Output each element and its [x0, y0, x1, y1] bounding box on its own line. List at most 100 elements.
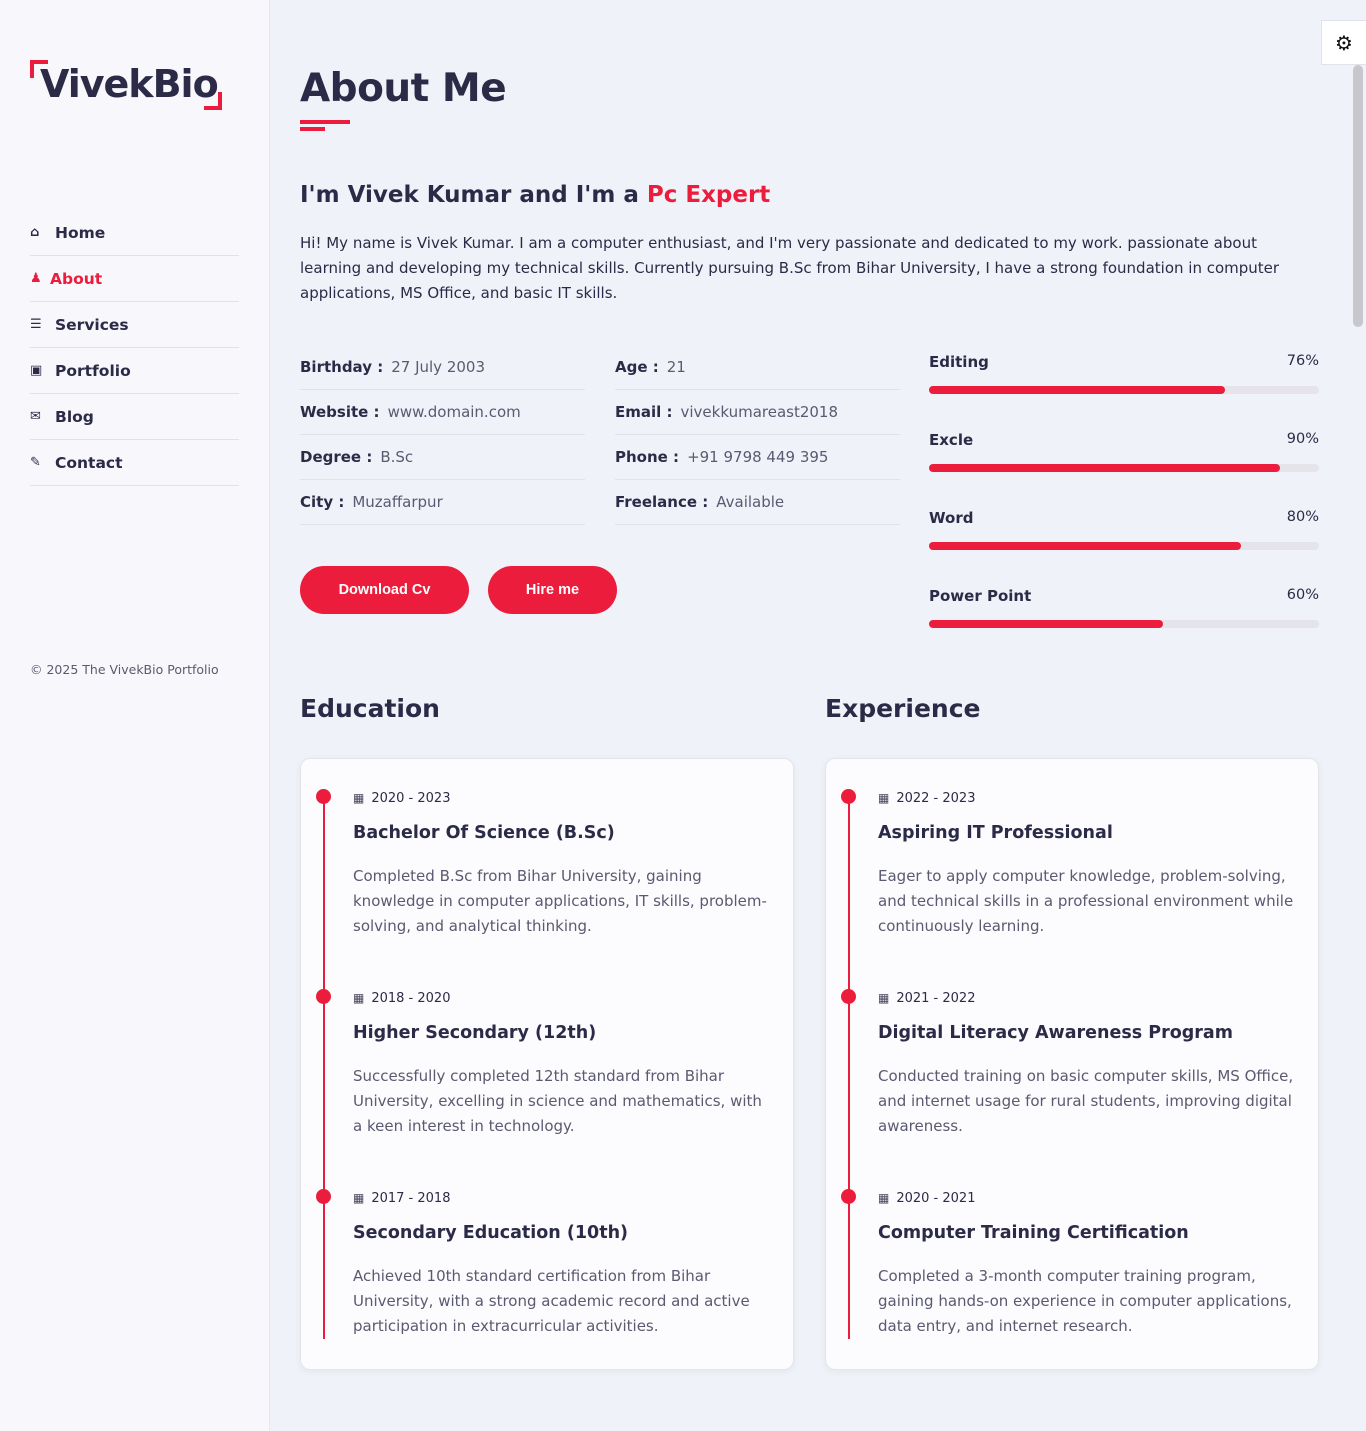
skill-power-point: Power Point 60% — [929, 587, 1319, 665]
experience-title: Experience — [825, 694, 981, 723]
timeline-title: Computer Training Certification — [878, 1223, 1189, 1243]
calendar-icon: ▦ — [878, 791, 890, 805]
timeline-date: ▦ 2020 - 2021 — [878, 1191, 976, 1206]
sidebar-item-label: Home — [55, 223, 106, 242]
user-icon: ♟ — [30, 271, 42, 286]
info-email: Email : vivekkumareast2018 — [615, 390, 900, 435]
info-key: Freelance : — [615, 493, 709, 511]
info-birthday: Birthday : 27 July 2003 — [300, 345, 585, 390]
page-title: About Me — [300, 66, 507, 111]
info-key: Birthday : — [300, 358, 384, 376]
timeline-desc: Eager to apply computer knowledge, probl… — [878, 867, 1294, 935]
info-key: City : — [300, 493, 345, 511]
skill-name: Excle — [929, 431, 974, 449]
calendar-icon: ▦ — [353, 991, 365, 1005]
sidebar-item-about[interactable]: ♟ About — [30, 256, 239, 302]
timeline-title: Bachelor Of Science (B.Sc) — [353, 823, 615, 843]
sidebar: VivekBio ⌂ Home ♟ About ☰ Services ▣ Por… — [0, 0, 270, 1431]
skill-name: Power Point — [929, 587, 1032, 605]
sidebar-item-portfolio[interactable]: ▣ Portfolio — [30, 348, 239, 394]
skill-percent: 60% — [1286, 587, 1319, 603]
sidebar-item-label: Blog — [55, 407, 94, 426]
info-list-right: Age : 21 Email : vivekkumareast2018 Phon… — [615, 345, 900, 525]
sidebar-item-label: Portfolio — [55, 361, 131, 380]
skill-bar-track — [929, 464, 1319, 472]
download-cv-button[interactable]: Download Cv — [300, 566, 469, 614]
sidebar-item-contact[interactable]: ✎ Contact — [30, 440, 239, 486]
title-underline — [300, 120, 350, 132]
timeline-date: ▦ 2022 - 2023 — [878, 791, 976, 806]
sidebar-item-blog[interactable]: ✉ Blog — [30, 394, 239, 440]
copyright: © 2025 The VivekBio Portfolio — [30, 662, 219, 677]
sidebar-item-services[interactable]: ☰ Services — [30, 302, 239, 348]
info-value: Muzaffarpur — [352, 493, 443, 511]
info-key: Age : — [615, 358, 659, 376]
main-nav: ⌂ Home ♟ About ☰ Services ▣ Portfolio ✉ … — [30, 210, 239, 486]
calendar-icon: ▦ — [878, 991, 890, 1005]
timeline-item: ▦ 2017 - 2018 Secondary Education (10th) … — [301, 1159, 795, 1359]
info-key: Degree : — [300, 448, 373, 466]
skill-name: Word — [929, 509, 974, 527]
info-value[interactable]: vivekkumareast2018 — [681, 403, 839, 421]
skill-bar-fill — [929, 542, 1241, 550]
comments-icon: ✎ — [30, 455, 41, 470]
info-age: Age : 21 — [615, 345, 900, 390]
timeline-desc: Completed a 3-month computer training pr… — [878, 1267, 1292, 1335]
timeline-dot — [316, 789, 331, 804]
experience-card: ▦ 2022 - 2023 Aspiring IT Professional Ea… — [825, 758, 1319, 1370]
timeline-date: ▦ 2018 - 2020 — [353, 991, 451, 1006]
info-website: Website : www.domain.com — [300, 390, 585, 435]
timeline-date: ▦ 2021 - 2022 — [878, 991, 976, 1006]
info-city: City : Muzaffarpur — [300, 480, 585, 525]
info-value: +91 9798 449 395 — [687, 448, 829, 466]
scrollbar-thumb[interactable] — [1353, 65, 1363, 327]
skill-percent: 90% — [1286, 431, 1319, 447]
skills-list: Editing 76% Excle 90% Word 80% Power Poi… — [929, 353, 1319, 665]
skill-name: Editing — [929, 353, 989, 371]
skill-bar-fill — [929, 386, 1226, 394]
timeline-desc: Completed B.Sc from Bihar University, ga… — [353, 867, 767, 935]
education-title: Education — [300, 694, 440, 723]
timeline-title: Aspiring IT Professional — [878, 823, 1113, 843]
education-card: ▦ 2020 - 2023 Bachelor Of Science (B.Sc) … — [300, 758, 794, 1370]
sidebar-item-label: Services — [55, 315, 129, 334]
timeline-title: Higher Secondary (12th) — [353, 1023, 597, 1043]
info-key: Website : — [300, 403, 380, 421]
settings-button[interactable]: ⚙ — [1321, 20, 1366, 65]
hire-me-button[interactable]: Hire me — [488, 566, 617, 614]
sidebar-item-label: About — [50, 269, 103, 288]
timeline-dot — [841, 789, 856, 804]
home-icon: ⌂ — [30, 225, 40, 240]
timeline-dot — [316, 1189, 331, 1204]
calendar-icon: ▦ — [353, 1191, 365, 1205]
skill-percent: 80% — [1286, 509, 1319, 525]
skill-bar-fill — [929, 620, 1163, 628]
logo-text: VivekBio — [40, 62, 219, 106]
intro-heading: I'm Vivek Kumar and I'm a Pc Expert — [300, 182, 770, 208]
timeline-item: ▦ 2020 - 2023 Bachelor Of Science (B.Sc) … — [301, 759, 795, 959]
calendar-icon: ▦ — [878, 1191, 890, 1205]
timeline-desc: Successfully completed 12th standard fro… — [353, 1067, 762, 1135]
info-key: Phone : — [615, 448, 680, 466]
info-value[interactable]: www.domain.com — [388, 403, 521, 421]
info-list-left: Birthday : 27 July 2003 Website : www.do… — [300, 345, 585, 525]
gear-icon: ⚙ — [1335, 30, 1353, 55]
timeline-dot — [841, 989, 856, 1004]
info-value: B.Sc — [380, 448, 414, 466]
skill-excle: Excle 90% — [929, 431, 1319, 509]
info-freelance: Freelance : Available — [615, 480, 900, 525]
intro-heading-prefix: I'm Vivek Kumar and I'm a — [300, 182, 639, 208]
timeline-title: Digital Literacy Awareness Program — [878, 1023, 1233, 1043]
timeline-item: ▦ 2021 - 2022 Digital Literacy Awareness … — [826, 959, 1320, 1159]
timeline-dot — [316, 989, 331, 1004]
sidebar-item-home[interactable]: ⌂ Home — [30, 210, 239, 256]
timeline-item: ▦ 2018 - 2020 Higher Secondary (12th) Suc… — [301, 959, 795, 1159]
timeline-desc: Achieved 10th standard certification fro… — [353, 1267, 750, 1335]
skill-bar-track — [929, 620, 1319, 628]
timeline-date: ▦ 2017 - 2018 — [353, 1191, 451, 1206]
skill-word: Word 80% — [929, 509, 1319, 587]
timeline-desc: Conducted training on basic computer ski… — [878, 1067, 1294, 1135]
intro-text: Hi! My name is Vivek Kumar. I am a compu… — [300, 234, 1280, 302]
logo[interactable]: VivekBio — [30, 60, 222, 110]
skill-bar-fill — [929, 464, 1280, 472]
